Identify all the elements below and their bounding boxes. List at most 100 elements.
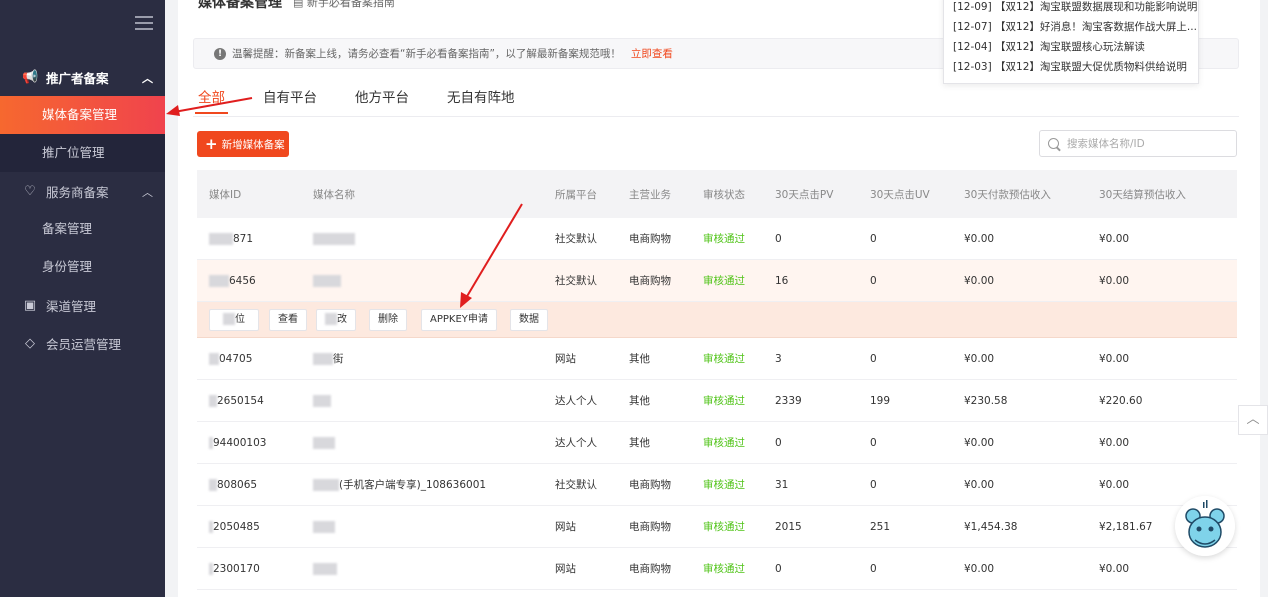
table-row[interactable]: 94400103 达人个人 其他 审核通过 0 0 ¥0.00 ¥0.00 (197, 422, 1237, 464)
menu-toggle-icon[interactable] (135, 16, 153, 30)
news-item[interactable]: [12-09] 【双12】淘宝联盟数据展现和功能影响说明 (953, 0, 1198, 17)
header-cell: 所属平台 (555, 188, 597, 201)
platform-cell: 网站 (555, 353, 576, 365)
sidebar-group-label: 会员运营管理 (46, 336, 122, 352)
tab-other-platform[interactable]: 他方平台 (355, 82, 409, 114)
media-name-cell (313, 520, 335, 533)
delete-button[interactable]: 删除 (369, 309, 407, 331)
assistant-robot-icon[interactable] (1175, 496, 1235, 556)
data-button[interactable]: 数据 (510, 309, 548, 331)
business-cell: 电商购物 (629, 563, 671, 575)
heart-shield-icon: ♡ (24, 183, 36, 199)
uv-cell: 199 (870, 394, 891, 407)
settle-income-cell: ¥2,181.67 (1099, 520, 1153, 533)
media-name-cell: 街 (313, 351, 344, 366)
search-icon (1048, 138, 1059, 149)
plus-icon: + (205, 135, 218, 153)
pay-income-cell: ¥230.58 (964, 394, 1008, 407)
header-cell: 30天点击UV (870, 188, 930, 201)
news-item[interactable]: [12-04] 【双12】淘宝联盟核心玩法解读 (953, 37, 1198, 57)
promo-position-button[interactable]: 位 (209, 309, 259, 331)
tab-no-position[interactable]: 无自有阵地 (447, 82, 515, 114)
table-row[interactable]: 6456 社交默认 电商购物 审核通过 16 0 ¥0.00 ¥0.00 (197, 260, 1237, 302)
header-cell: 30天结算预估收入 (1099, 188, 1186, 201)
pv-cell: 0 (775, 232, 782, 245)
diamond-icon: ◇ (25, 335, 35, 351)
sidebar-group-service[interactable]: ♡ 服务商备案 ︿ (0, 172, 165, 210)
search-input[interactable]: 搜索媒体名称/ID (1039, 130, 1237, 157)
media-id-cell: 2650154 (209, 394, 264, 407)
search-placeholder: 搜索媒体名称/ID (1067, 138, 1145, 150)
media-id-cell: 871 (209, 232, 254, 245)
pv-cell: 31 (775, 478, 789, 491)
media-id: 871 (233, 232, 254, 245)
platform-cell: 达人个人 (555, 395, 597, 407)
media-id: 808065 (217, 478, 258, 491)
status-badge: 审核通过 (703, 275, 745, 287)
page-title: 媒体备案管理 (198, 0, 282, 11)
back-to-top-button[interactable]: ︿ (1238, 405, 1268, 435)
edit-button[interactable]: 改 (316, 309, 356, 331)
business-cell: 其他 (629, 437, 650, 449)
media-name: 街 (333, 353, 344, 365)
status-badge: 审核通过 (703, 233, 745, 245)
table-row[interactable]: 871 社交默认 电商购物 审核通过 0 0 ¥0.00 ¥0.00 (197, 218, 1237, 260)
sidebar-group-label: 服务商备案 (46, 184, 109, 200)
settle-income-cell: ¥0.00 (1099, 478, 1130, 491)
news-item[interactable]: [12-07] 【双12】好消息！淘宝客数据作战大屏上... (953, 17, 1198, 37)
table-row[interactable]: 2050485 网站 电商购物 审核通过 2015 251 ¥1,454.38 … (197, 506, 1237, 548)
settle-income-cell: ¥220.60 (1099, 394, 1143, 407)
table-row[interactable]: 04705 街 网站 其他 审核通过 3 0 ¥0.00 ¥0.00 (197, 338, 1237, 380)
sidebar-group-member[interactable]: ◇ 会员运营管理 (0, 324, 165, 362)
business-cell: 电商购物 (629, 233, 671, 245)
guide-link-label: 新手必看备案指南 (306, 0, 395, 9)
media-name-cell (313, 274, 341, 287)
sidebar-item-record-manage[interactable]: 备案管理 (0, 210, 165, 248)
tab-all[interactable]: 全部 (195, 82, 228, 114)
pay-income-cell: ¥0.00 (964, 232, 995, 245)
business-cell: 其他 (629, 353, 650, 365)
uv-cell: 0 (870, 274, 877, 287)
tab-own-platform[interactable]: 自有平台 (263, 82, 317, 114)
sidebar-item-identity-manage[interactable]: 身份管理 (0, 248, 165, 286)
add-media-button[interactable]: + 新增媒体备案 (197, 131, 289, 157)
table-row[interactable]: 2300170 网站 电商购物 审核通过 0 0 ¥0.00 ¥0.00 (197, 548, 1237, 590)
table-row[interactable]: 2650154 达人个人 其他 审核通过 2339 199 ¥230.58 ¥2… (197, 380, 1237, 422)
guide-link[interactable]: ▤ 新手必看备案指南 (293, 0, 395, 10)
media-id-cell: 6456 (209, 274, 256, 287)
row-actions: 位 查看 改 删除 APPKEY申请 数据 (197, 302, 1237, 338)
action-label: 位 (235, 314, 245, 325)
business-cell: 其他 (629, 395, 650, 407)
media-id: 94400103 (213, 436, 267, 449)
media-name: (手机客户端专享)_108636001 (339, 479, 487, 491)
sidebar-group-channel[interactable]: ▣ 渠道管理 (0, 286, 165, 324)
uv-cell: 0 (870, 232, 877, 245)
pv-cell: 2339 (775, 394, 802, 407)
status-badge: 审核通过 (703, 395, 745, 407)
pv-cell: 2015 (775, 520, 802, 533)
pv-cell: 3 (775, 352, 782, 365)
sidebar-group-label: 推广者备案 (46, 70, 109, 86)
platform-cell: 社交默认 (555, 275, 597, 287)
sidebar-item-promo-position[interactable]: 推广位管理 (0, 134, 165, 172)
notice-view-link[interactable]: 立即查看 (631, 46, 673, 61)
media-name-cell: (手机客户端专享)_108636001 (313, 477, 486, 492)
media-table: 媒体ID 媒体名称 所属平台 主营业务 审核状态 30天点击PV 30天点击UV… (197, 170, 1237, 590)
table-row[interactable]: 808065 (手机客户端专享)_108636001 社交默认 电商购物 审核通… (197, 464, 1237, 506)
sidebar-item-media-record[interactable]: 媒体备案管理 (0, 96, 165, 134)
sidebar-group-promoter[interactable]: 📢 推广者备案 ︿ (0, 58, 165, 96)
platform-cell: 社交默认 (555, 233, 597, 245)
media-id-cell: 04705 (209, 352, 252, 365)
header-cell: 主营业务 (629, 188, 671, 201)
header-cell: 审核状态 (703, 188, 745, 201)
news-item[interactable]: [12-03] 【双12】淘宝联盟大促优质物料供给说明 (953, 57, 1198, 77)
table-header: 媒体ID 媒体名称 所属平台 主营业务 审核状态 30天点击PV 30天点击UV… (197, 170, 1237, 218)
platform-cell: 社交默认 (555, 479, 597, 491)
media-id-cell: 2300170 (209, 562, 260, 575)
status-badge: 审核通过 (703, 563, 745, 575)
appkey-apply-button[interactable]: APPKEY申请 (421, 309, 497, 331)
settle-income-cell: ¥0.00 (1099, 562, 1130, 575)
business-cell: 电商购物 (629, 275, 671, 287)
view-button[interactable]: 查看 (269, 309, 307, 331)
header-cell: 30天点击PV (775, 188, 834, 201)
